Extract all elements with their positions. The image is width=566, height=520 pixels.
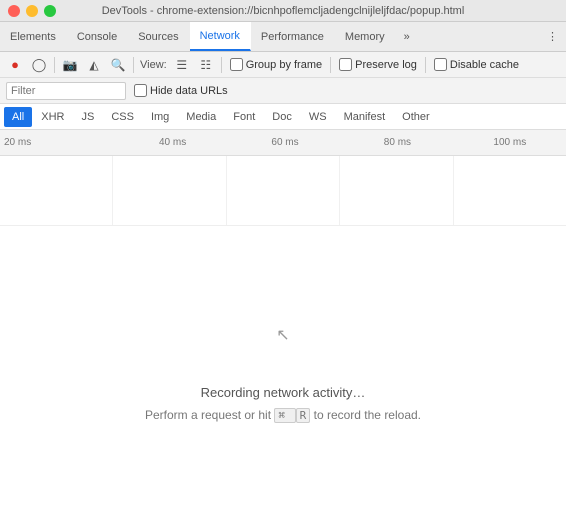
type-tab-other[interactable]: Other xyxy=(394,107,438,127)
more-tabs-icon: » xyxy=(404,31,410,43)
hide-data-urls-label[interactable]: Hide data URLs xyxy=(134,84,228,97)
hint-suffix-text: to record the reload. xyxy=(314,408,421,422)
disable-cache-text: Disable cache xyxy=(450,59,519,71)
group-by-frame-label[interactable]: Group by frame xyxy=(230,58,322,71)
tab-performance-label: Performance xyxy=(261,31,324,43)
timeline-col-1 xyxy=(0,156,113,225)
timeline-header: 20 ms 40 ms 60 ms 80 ms 100 ms xyxy=(0,130,566,156)
tab-memory[interactable]: Memory xyxy=(335,22,396,51)
screenshot-button[interactable]: 📷 xyxy=(59,54,81,76)
title-bar: DevTools - chrome-extension://bicnhpofle… xyxy=(0,0,566,22)
type-filter-bar: All XHR JS CSS Img Media Font Doc WS Man… xyxy=(0,104,566,130)
close-button[interactable] xyxy=(8,5,20,17)
grid-view-button[interactable]: ☷ xyxy=(195,54,217,76)
hide-data-urls-text: Hide data URLs xyxy=(150,85,228,97)
filter-input[interactable] xyxy=(6,82,126,100)
hint-prefix: Perform a request or hit xyxy=(145,408,271,422)
group-by-frame-checkbox[interactable] xyxy=(230,58,243,71)
hide-data-urls-checkbox[interactable] xyxy=(134,84,147,97)
filter-icon: ◭ xyxy=(89,58,98,72)
type-tab-js[interactable]: JS xyxy=(73,107,102,127)
minimize-button[interactable] xyxy=(26,5,38,17)
tab-sources-label: Sources xyxy=(138,31,178,43)
tab-performance[interactable]: Performance xyxy=(251,22,335,51)
list-icon: ☰ xyxy=(176,58,187,72)
tab-console[interactable]: Console xyxy=(67,22,128,51)
toolbar-divider-4 xyxy=(330,57,331,73)
tab-network-label: Network xyxy=(200,30,240,42)
timeline-col-5 xyxy=(454,156,566,225)
preserve-log-checkbox[interactable] xyxy=(339,58,352,71)
group-by-frame-text: Group by frame xyxy=(246,59,322,71)
type-tab-font[interactable]: Font xyxy=(225,107,263,127)
shortcut-key: R xyxy=(296,408,311,423)
type-tab-ws[interactable]: WS xyxy=(301,107,335,127)
timeline-label-40ms: 40 ms xyxy=(116,137,228,148)
view-label: View: xyxy=(140,59,167,71)
toolbar-divider-5 xyxy=(425,57,426,73)
list-view-button[interactable]: ☰ xyxy=(171,54,193,76)
filter-button[interactable]: ◭ xyxy=(83,54,105,76)
toolbar-divider-3 xyxy=(221,57,222,73)
type-tab-manifest[interactable]: Manifest xyxy=(336,107,394,127)
devtools-menu-button[interactable]: ⋮ xyxy=(539,22,566,51)
disable-cache-label[interactable]: Disable cache xyxy=(434,58,519,71)
stop-button[interactable]: ◯ xyxy=(28,54,50,76)
timeline-col-3 xyxy=(227,156,340,225)
network-toolbar: ● ◯ 📷 ◭ 🔍 View: ☰ ☷ Group by frame Prese… xyxy=(0,52,566,78)
grid-icon: ☷ xyxy=(200,58,211,72)
timeline-grid xyxy=(0,156,566,226)
maximize-button[interactable] xyxy=(44,5,56,17)
window-controls xyxy=(8,5,56,17)
tab-network[interactable]: Network xyxy=(190,22,251,51)
timeline-col-2 xyxy=(113,156,226,225)
stop-icon: ◯ xyxy=(32,57,47,73)
type-tab-media[interactable]: Media xyxy=(178,107,224,127)
tab-console-label: Console xyxy=(77,31,117,43)
type-tab-xhr[interactable]: XHR xyxy=(33,107,72,127)
search-icon: 🔍 xyxy=(111,58,126,72)
tab-elements-label: Elements xyxy=(10,31,56,43)
timeline-label-100ms: 100 ms xyxy=(454,137,566,148)
camera-icon: 📷 xyxy=(63,58,78,72)
toolbar-divider-1 xyxy=(54,57,55,73)
type-tab-doc[interactable]: Doc xyxy=(264,107,300,127)
tab-sources[interactable]: Sources xyxy=(128,22,189,51)
disable-cache-checkbox[interactable] xyxy=(434,58,447,71)
timeline-labels: 20 ms 40 ms 60 ms 80 ms 100 ms xyxy=(0,137,566,148)
timeline-label-80ms: 80 ms xyxy=(341,137,453,148)
type-tab-img[interactable]: Img xyxy=(143,107,177,127)
window-title: DevTools - chrome-extension://bicnhpofle… xyxy=(102,5,465,17)
kebab-icon: ⋮ xyxy=(547,30,558,43)
record-icon: ● xyxy=(11,57,19,72)
preserve-log-text: Preserve log xyxy=(355,59,417,71)
hint-text: Perform a request or hit ⌘ R to record t… xyxy=(145,408,421,422)
devtools-tab-bar: Elements Console Sources Network Perform… xyxy=(0,22,566,52)
toolbar-divider-2 xyxy=(133,57,134,73)
preserve-log-label[interactable]: Preserve log xyxy=(339,58,417,71)
recording-text: Recording network activity… xyxy=(201,385,366,400)
tab-memory-label: Memory xyxy=(345,31,385,43)
cursor-indicator: ↖ xyxy=(276,325,289,345)
type-tab-css[interactable]: CSS xyxy=(103,107,142,127)
search-button[interactable]: 🔍 xyxy=(107,54,129,76)
empty-state: ↖ Recording network activity… Perform a … xyxy=(0,226,566,520)
timeline-label-60ms: 60 ms xyxy=(229,137,341,148)
tab-elements[interactable]: Elements xyxy=(0,22,67,51)
timeline-col-4 xyxy=(340,156,453,225)
shortcut-symbol: ⌘ xyxy=(274,408,295,423)
type-tab-all[interactable]: All xyxy=(4,107,32,127)
more-tabs-button[interactable]: » xyxy=(396,22,418,51)
filter-bar: Hide data URLs xyxy=(0,78,566,104)
record-button[interactable]: ● xyxy=(4,54,26,76)
timeline-label-20ms: 20 ms xyxy=(4,137,116,148)
